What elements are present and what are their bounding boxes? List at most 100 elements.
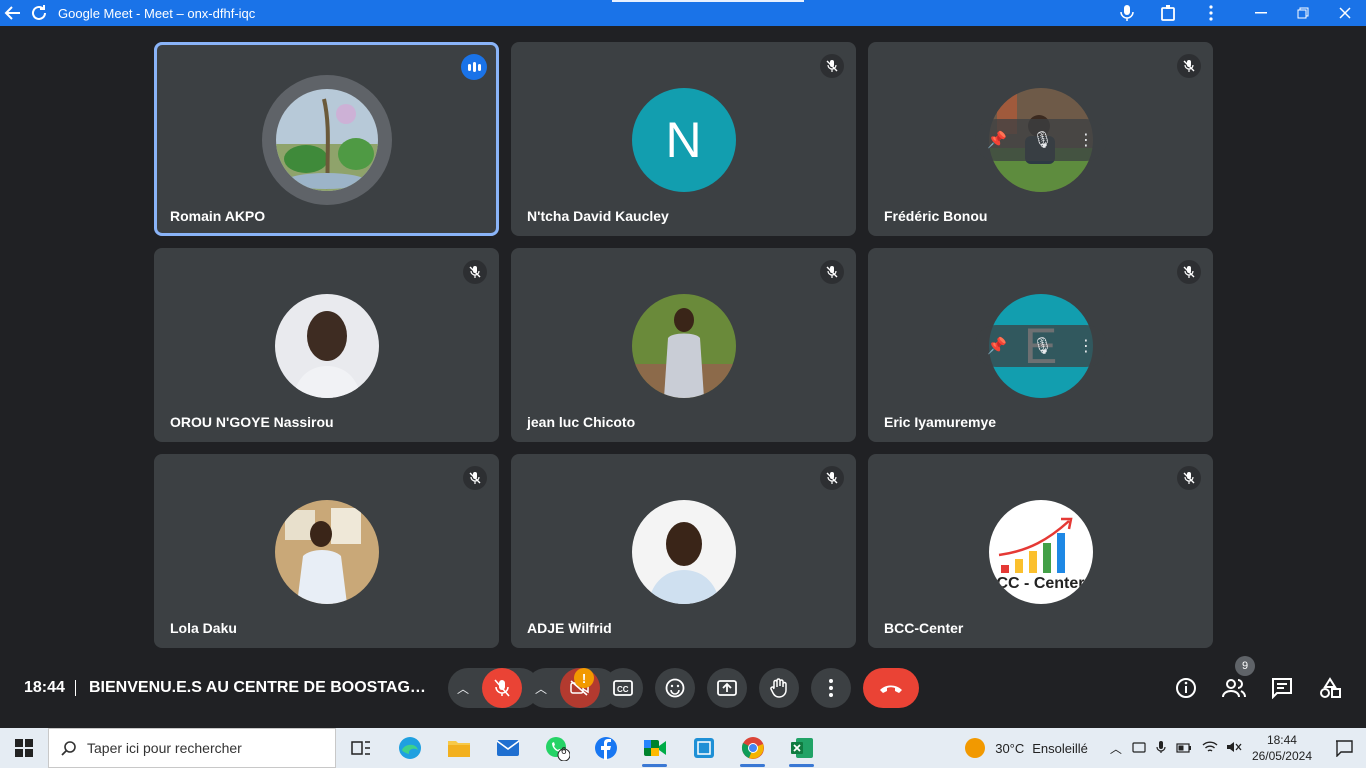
search-icon	[61, 741, 76, 756]
participant-tile[interactable]: CC - Center BCC-Center	[868, 454, 1213, 648]
chrome-icon[interactable]	[728, 728, 777, 768]
taskbar-date: 26/05/2024	[1251, 749, 1312, 763]
captions-icon: CC	[613, 680, 633, 696]
people-icon[interactable]	[1222, 676, 1246, 700]
pin-icon[interactable]: 📌	[987, 336, 1007, 356]
more-options-button[interactable]	[811, 668, 851, 708]
hand-icon	[770, 678, 787, 698]
participant-tile[interactable]: 📌 🎙 ⋮ Frédéric Bonou	[868, 42, 1213, 236]
extensions-icon[interactable]	[1148, 0, 1190, 26]
meeting-title: BIENVENU.E.S AU CENTRE DE BOOSTAGE D...	[89, 679, 434, 696]
participant-grid: Romain AKPO N N'tcha David Kaucley 📌 🎙 ⋮	[154, 42, 1214, 648]
meeting-details-icon[interactable]	[1174, 676, 1198, 700]
avatar	[631, 294, 736, 398]
mic-off-icon	[1177, 54, 1201, 78]
sun-weather-icon[interactable]	[965, 738, 986, 758]
weather-description: Ensoleillé	[1032, 740, 1088, 756]
mic-off-icon	[1177, 260, 1201, 284]
participant-tile[interactable]: E 📌 🎙 ⋮ Eric Iyamuremye	[868, 248, 1213, 442]
windows-start-icon[interactable]	[0, 728, 48, 768]
close-icon[interactable]	[1324, 0, 1366, 26]
reload-icon[interactable]	[26, 0, 52, 26]
whatsapp-badge: 6	[561, 746, 567, 757]
participant-name: Eric Iyamuremye	[884, 414, 997, 430]
mic-off-button[interactable]	[482, 668, 522, 708]
meeting-control-bar: 18:44 BIENVENU.E.S AU CENTRE DE BOOSTAGE…	[0, 656, 1366, 716]
volume-muted-icon[interactable]	[1226, 740, 1242, 757]
system-tray: 30°C Ensoleillé ︿ 18:44 26/05/2024	[965, 728, 1366, 768]
restore-icon[interactable]	[1282, 0, 1324, 26]
excel-icon[interactable]	[777, 728, 826, 768]
leave-call-button[interactable]	[863, 668, 919, 708]
speaking-indicator-icon	[461, 54, 487, 80]
participant-name: BCC-Center	[884, 620, 964, 636]
pin-icon[interactable]: 📌	[987, 130, 1007, 150]
activities-icon[interactable]	[1318, 676, 1342, 700]
avatar	[274, 294, 379, 398]
person-photo-avatar	[631, 500, 736, 604]
whatsapp-icon[interactable]: 6	[532, 728, 581, 768]
more-options-icon[interactable]: ⋮	[1078, 130, 1094, 150]
camera-warning-badge: !	[574, 668, 594, 688]
participant-name: OROU N'GOYE Nassirou	[170, 414, 334, 430]
tile-hover-controls: 📌 🎙 ⋮	[974, 119, 1107, 161]
back-arrow-icon[interactable]	[0, 0, 26, 26]
tab-indicator	[612, 0, 804, 2]
taskbar-time: 18:44	[1266, 733, 1297, 747]
window-title: Google Meet - Meet – onx-dfhf-iqc	[58, 5, 256, 21]
mic-off-icon	[463, 260, 487, 284]
taskbar-clock[interactable]: 18:44 26/05/2024	[1252, 732, 1312, 764]
microphone-tray-icon[interactable]	[1156, 740, 1166, 757]
video-options-chevron-icon[interactable]: ︿	[526, 680, 556, 697]
google-meet-icon[interactable]	[630, 728, 679, 768]
tile-hover-controls: 📌 🎙 ⋮	[974, 325, 1107, 367]
present-icon	[717, 680, 737, 696]
edge-browser-icon[interactable]	[385, 728, 434, 768]
raise-hand-button[interactable]	[759, 668, 799, 708]
participant-tile[interactable]: Romain AKPO	[154, 42, 499, 236]
letter-avatar: N	[631, 88, 736, 192]
captions-button[interactable]: CC	[603, 668, 643, 708]
taskbar-search-box[interactable]: Taper ici pour rechercher	[48, 728, 336, 768]
person-photo-avatar	[274, 500, 379, 604]
emoji-reactions-button[interactable]	[655, 668, 695, 708]
minimize-icon[interactable]	[1240, 0, 1282, 26]
participant-name: ADJE Wilfrid	[527, 620, 612, 636]
facebook-icon[interactable]	[581, 728, 630, 768]
present-screen-button[interactable]	[707, 668, 747, 708]
people-count-badge: 9	[1235, 656, 1255, 676]
microphone-icon[interactable]	[1106, 0, 1148, 26]
wifi-icon[interactable]	[1202, 740, 1218, 757]
mic-off-icon	[820, 466, 844, 490]
search-placeholder: Taper ici pour rechercher	[87, 740, 242, 756]
meet-tray-icon[interactable]	[1132, 740, 1146, 757]
more-options-icon[interactable]: ⋮	[1078, 336, 1094, 356]
mic-off-icon	[1177, 466, 1201, 490]
mute-participant-icon[interactable]: 🎙	[1032, 130, 1052, 150]
participant-tile[interactable]: ADJE Wilfrid	[511, 454, 856, 648]
bar-chart-logo-icon	[998, 517, 1073, 573]
file-explorer-icon[interactable]	[434, 728, 483, 768]
mic-off-icon	[820, 260, 844, 284]
participant-tile[interactable]: jean luc Chicoto	[511, 248, 856, 442]
mic-off-icon	[463, 466, 487, 490]
participant-tile[interactable]: Lola Daku	[154, 454, 499, 648]
show-hidden-icons-chevron-icon[interactable]: ︿	[1110, 740, 1122, 757]
audio-options-chevron-icon[interactable]: ︿	[448, 680, 478, 697]
svg-text:CC: CC	[617, 685, 629, 694]
participant-name: N'tcha David Kaucley	[527, 208, 669, 224]
mail-icon[interactable]	[483, 728, 532, 768]
person-photo-avatar	[631, 294, 736, 398]
notifications-icon[interactable]	[1322, 739, 1366, 757]
chat-icon[interactable]	[1270, 676, 1294, 700]
battery-icon[interactable]	[1176, 741, 1192, 756]
task-view-icon[interactable]	[336, 728, 385, 768]
avatar	[631, 500, 736, 604]
person-photo-avatar	[274, 294, 379, 398]
mute-participant-icon[interactable]: 🎙	[1032, 336, 1052, 356]
more-vert-icon[interactable]	[1190, 0, 1232, 26]
participant-tile[interactable]: N N'tcha David Kaucley	[511, 42, 856, 236]
network-app-icon[interactable]	[679, 728, 728, 768]
participant-tile[interactable]: OROU N'GOYE Nassirou	[154, 248, 499, 442]
participant-name: Romain AKPO	[170, 208, 266, 224]
